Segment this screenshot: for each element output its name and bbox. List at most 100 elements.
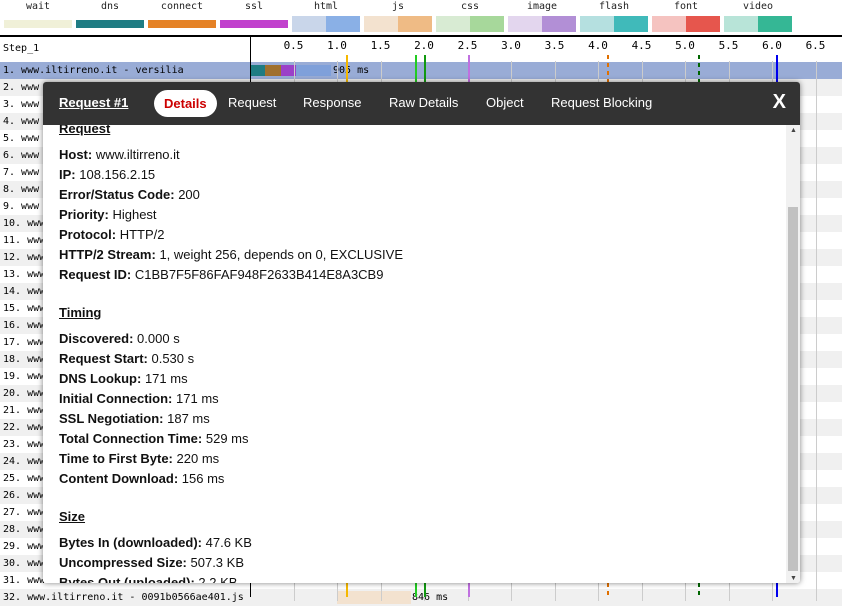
legend-swatch — [580, 16, 648, 32]
detail-value: 47.6 KB — [205, 535, 252, 550]
detail-line: Initial Connection: 171 ms — [59, 391, 219, 406]
detail-line: Discovered: 0.000 s — [59, 331, 180, 346]
detail-line: Total Connection Time: 529 ms — [59, 431, 249, 446]
tab-request[interactable]: Request — [228, 95, 276, 110]
detail-key: Time to First Byte: — [59, 451, 173, 466]
tab-response[interactable]: Response — [303, 95, 362, 110]
scroll-down-icon[interactable]: ▼ — [790, 575, 797, 582]
row-label: 1. www.iltirreno.it - versilia — [3, 65, 184, 76]
time-tick: 0.5 — [283, 39, 304, 52]
legend-swatch — [148, 20, 216, 28]
detail-line: Host: www.iltirreno.it — [59, 147, 180, 162]
legend: wait dns connect ssl html js css image flash font… — [0, 0, 842, 34]
detail-line: Protocol: HTTP/2 — [59, 227, 164, 242]
legend-label: connect — [160, 1, 204, 12]
detail-key: Discovered: — [59, 331, 134, 346]
legend-swatch — [292, 16, 360, 32]
time-tick: 6.0 — [762, 39, 782, 52]
detail-key: DNS Lookup: — [59, 371, 142, 386]
detail-key: Error/Status Code: — [59, 187, 175, 202]
tab-raw-details[interactable]: Raw Details — [389, 95, 458, 110]
legend-swatch — [436, 16, 504, 32]
table-row[interactable]: 1. www.iltirreno.it - versilia 905 ms — [0, 62, 842, 79]
detail-key: Request Start: — [59, 351, 148, 366]
detail-value: 0.530 s — [151, 351, 195, 366]
detail-line: SSL Negotiation: 187 ms — [59, 411, 210, 426]
detail-line: Time to First Byte: 220 ms — [59, 451, 219, 466]
detail-line: Content Download: 156 ms — [59, 471, 224, 486]
legend-item-js: js — [362, 0, 434, 32]
detail-key: SSL Negotiation: — [59, 411, 164, 426]
detail-key: Total Connection Time: — [59, 431, 203, 446]
time-tick: 3.0 — [501, 39, 521, 52]
detail-value: 0.000 s — [137, 331, 180, 346]
scrollbar[interactable]: ▲ ▼ — [786, 125, 800, 583]
details-content: Request Host: www.iltirreno.it IP: 108.156… — [43, 125, 786, 583]
scroll-up-icon[interactable]: ▲ — [790, 127, 797, 134]
gridline — [815, 61, 817, 601]
legend-label: dns — [100, 1, 120, 12]
detail-value: 187 ms — [167, 411, 210, 426]
detail-value: 171 ms — [144, 371, 188, 386]
detail-value: 1, weight 256, depends on 0, EXCLUSIVE — [159, 247, 403, 262]
detail-value: Highest — [112, 207, 157, 222]
legend-swatch — [724, 16, 792, 32]
detail-line: Uncompressed Size: 507.3 KB — [59, 555, 244, 570]
detail-line: Bytes In (downloaded): 47.6 KB — [59, 535, 252, 550]
legend-item-flash: flash — [578, 0, 650, 32]
time-tick: 5.5 — [718, 39, 739, 52]
detail-key: Request ID: — [59, 267, 132, 282]
legend-label: ssl — [244, 1, 264, 12]
request-bar-segment — [250, 65, 265, 76]
tab-request-blocking[interactable]: Request Blocking — [551, 95, 652, 110]
tab-object[interactable]: Object — [486, 95, 524, 110]
row-time: 846 ms — [412, 592, 449, 603]
legend-swatch — [652, 16, 720, 32]
legend-label: video — [742, 1, 774, 12]
time-tick: 3.5 — [544, 39, 565, 52]
legend-item-connect: connect — [146, 0, 218, 28]
table-row[interactable]: 32. www.iltirreno.it - 0091b0566ae401.js… — [0, 589, 842, 606]
legend-item-dns: dns — [74, 0, 146, 28]
detail-key: Priority: — [59, 207, 109, 222]
detail-line: HTTP/2 Stream: 1, weight 256, depends on… — [59, 247, 403, 262]
legend-item-ssl: ssl — [218, 0, 290, 28]
detail-line: IP: 108.156.2.15 — [59, 167, 155, 182]
detail-key: Host: — [59, 147, 93, 162]
request-bar-segment — [264, 65, 282, 76]
section-heading: Timing — [59, 305, 102, 320]
detail-value: 108.156.2.15 — [79, 167, 156, 182]
detail-key: HTTP/2 Stream: — [59, 247, 156, 262]
detail-key: Content Download: — [59, 471, 179, 486]
legend-swatch — [508, 16, 576, 32]
detail-key: Bytes Out (uploaded): — [59, 575, 195, 583]
dialog-title: Request #1 — [59, 95, 129, 110]
detail-value: 171 ms — [176, 391, 219, 406]
detail-line: Bytes Out (uploaded): 2.2 KB — [59, 575, 237, 583]
waterfall-header: Step_1 0.5 1.0 1.5 2.0 2.5 3.0 3.5 4.0 4.5 5.0 5.5… — [0, 37, 842, 61]
detail-value: 156 ms — [181, 471, 225, 486]
detail-line: Priority: Highest — [59, 207, 157, 222]
detail-value: 529 ms — [205, 431, 249, 446]
request-details-dialog: Request #1 X Details Request Response Raw D… — [43, 82, 800, 583]
section-heading: Size — [59, 509, 86, 524]
time-tick: 2.5 — [457, 39, 478, 52]
detail-line: Request Start: 0.530 s — [59, 351, 194, 366]
legend-item-wait: wait — [2, 0, 74, 28]
tab-details[interactable]: Details — [154, 90, 217, 117]
legend-label: js — [391, 1, 405, 12]
time-tick: 2.0 — [414, 39, 434, 52]
scrollbar-thumb[interactable] — [788, 207, 798, 571]
detail-value: 200 — [178, 187, 200, 202]
detail-key: Uncompressed Size: — [59, 555, 187, 570]
detail-key: IP: — [59, 167, 76, 182]
time-tick: 1.5 — [370, 39, 391, 52]
step-label: Step_1 — [3, 43, 40, 54]
legend-label: wait — [25, 1, 51, 12]
close-icon[interactable]: X — [773, 91, 786, 114]
row-label: 32. www.iltirreno.it - 0091b0566ae401.js — [3, 592, 244, 603]
legend-swatch — [364, 16, 432, 32]
request-bar-segment — [296, 65, 331, 76]
legend-label: html — [313, 1, 339, 12]
detail-line: Request ID: C1BB7F5F86FAF948F2633B414E8A… — [59, 267, 383, 282]
